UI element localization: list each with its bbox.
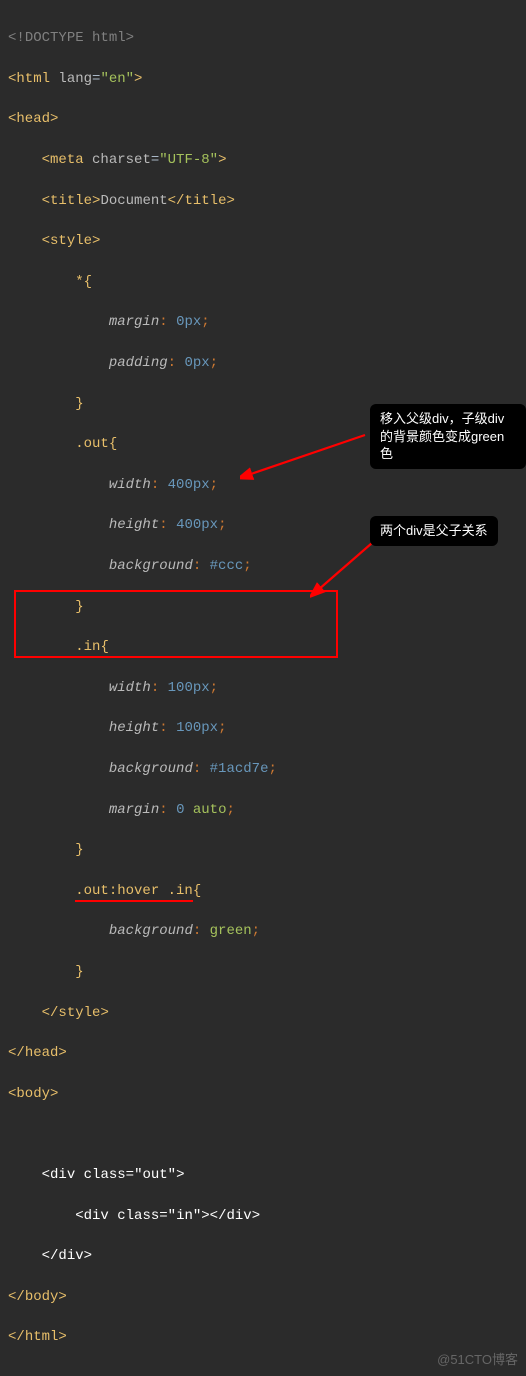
code-line: } <box>8 597 518 617</box>
val-0px-b: 0px <box>184 355 209 371</box>
prop-bg: background <box>109 558 193 574</box>
prop-bg-c: background <box>109 923 193 939</box>
code-line: margin: 0px; <box>8 312 518 332</box>
charset-val: "UTF-8" <box>159 152 218 168</box>
code-line: background: #ccc; <box>8 556 518 576</box>
annotation-1: 移入父级div，子级div的背景颜色变成green色 <box>370 404 526 469</box>
code-line: height: 100px; <box>8 718 518 738</box>
code-line: <head> <box>8 109 518 129</box>
val-auto: auto <box>193 802 227 818</box>
val-100: 100px <box>168 680 210 696</box>
val-400b: 400px <box>176 517 218 533</box>
val-ccc: #ccc <box>210 558 244 574</box>
html-tag: html <box>16 71 50 87</box>
class-attr-a: class <box>84 1167 126 1183</box>
style-close: style <box>58 1005 100 1021</box>
title-text: Document <box>100 193 167 209</box>
div-out-close: div <box>58 1248 83 1264</box>
code-line: <div class="out"> <box>8 1165 518 1185</box>
annotation-2: 两个div是父子关系 <box>370 516 498 546</box>
val-1acd7e: #1acd7e <box>210 761 269 777</box>
body-open: body <box>16 1086 50 1102</box>
prop-margin-b: margin <box>109 802 159 818</box>
val-100b: 100px <box>176 720 218 736</box>
style-open: style <box>50 233 92 249</box>
sel-in: .in <box>75 639 100 655</box>
code-line: </head> <box>8 1043 518 1063</box>
code-line <box>8 1124 518 1144</box>
code-line: <meta charset="UTF-8"> <box>8 150 518 170</box>
code-line: *{ <box>8 272 518 292</box>
doctype-value: html <box>92 30 126 46</box>
sel-out: .out <box>75 436 109 452</box>
code-line: </html> <box>8 1327 518 1347</box>
sel-star: * <box>75 274 83 290</box>
code-line: <style> <box>8 231 518 251</box>
div-in-open: div <box>84 1208 109 1224</box>
code-line: .out:hover .in{ <box>8 881 518 901</box>
head-tag: head <box>16 111 50 127</box>
val-400: 400px <box>168 477 210 493</box>
prop-height-b: height <box>109 720 159 736</box>
lang-attr: lang <box>58 71 92 87</box>
code-line: .in{ <box>8 637 518 657</box>
code-line: </style> <box>8 1003 518 1023</box>
code-line: </body> <box>8 1287 518 1307</box>
charset-attr: charset <box>92 152 151 168</box>
val-green: green <box>210 923 252 939</box>
code-line: <html lang="en"> <box>8 69 518 89</box>
title-open: title <box>50 193 92 209</box>
code-line: padding: 0px; <box>8 353 518 373</box>
doctype-open: <! <box>8 30 25 46</box>
doctype-close: > <box>126 30 134 46</box>
code-line: </div> <box>8 1246 518 1266</box>
code-line: } <box>8 840 518 860</box>
code-line: width: 400px; <box>8 475 518 495</box>
prop-bg-b: background <box>109 761 193 777</box>
prop-padding: padding <box>109 355 168 371</box>
class-in: "in" <box>168 1208 202 1224</box>
class-attr-b: class <box>117 1208 159 1224</box>
code-line: <title>Document</title> <box>8 191 518 211</box>
code-line: } <box>8 962 518 982</box>
body-close: body <box>25 1289 59 1305</box>
lang-val: "en" <box>100 71 134 87</box>
title-close: title <box>184 193 226 209</box>
code-line: <div class="in"></div> <box>8 1206 518 1226</box>
sel-hover: .out:hover .in <box>75 883 193 902</box>
div-in-close: div <box>227 1208 252 1224</box>
code-line: <body> <box>8 1084 518 1104</box>
prop-width-b: width <box>109 680 151 696</box>
prop-height: height <box>109 517 159 533</box>
code-line: <!DOCTYPE html> <box>8 28 518 48</box>
doctype-keyword: DOCTYPE <box>25 30 84 46</box>
code-line: background: #1acd7e; <box>8 759 518 779</box>
code-line: background: green; <box>8 921 518 941</box>
code-line: width: 100px; <box>8 678 518 698</box>
head-close: head <box>25 1045 59 1061</box>
div-out-open: div <box>50 1167 75 1183</box>
val-0: 0 <box>176 802 184 818</box>
val-0px: 0px <box>176 314 201 330</box>
prop-width: width <box>109 477 151 493</box>
prop-margin: margin <box>109 314 159 330</box>
html-close: html <box>25 1329 59 1345</box>
meta-tag: meta <box>50 152 84 168</box>
class-out: "out" <box>134 1167 176 1183</box>
watermark: @51CTO博客 <box>437 1351 518 1370</box>
code-line: margin: 0 auto; <box>8 800 518 820</box>
code-block: <!DOCTYPE html> <html lang="en"> <head> … <box>8 8 518 1368</box>
